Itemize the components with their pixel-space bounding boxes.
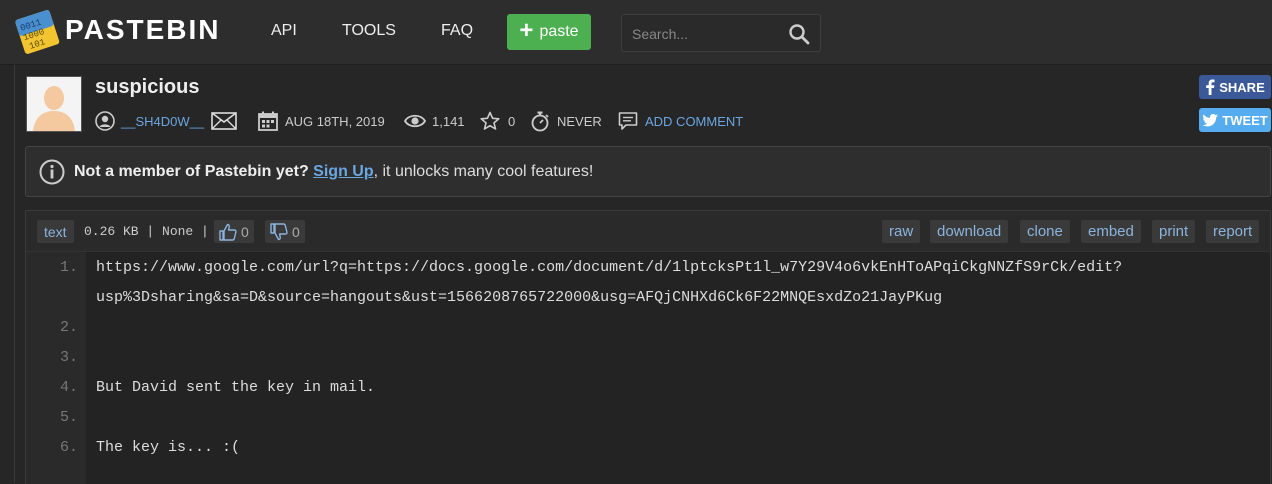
user-icon bbox=[95, 111, 115, 131]
search-input[interactable] bbox=[630, 15, 784, 53]
code-line: 5. bbox=[26, 403, 1270, 433]
code-text: https://www.google.com/url?q=https://doc… bbox=[96, 259, 1123, 276]
plus-icon: + bbox=[519, 17, 534, 44]
thumbs-down-icon bbox=[270, 222, 288, 240]
signup-link[interactable]: Sign Up bbox=[313, 163, 373, 180]
code-line: 4. But David sent the key in mail. bbox=[26, 373, 1270, 403]
report-button[interactable]: report bbox=[1206, 220, 1260, 243]
nav-api[interactable]: API bbox=[271, 22, 297, 40]
nav-tools[interactable]: TOOLS bbox=[342, 22, 396, 40]
tweet-label: TWEET bbox=[1222, 112, 1268, 128]
user-avatar[interactable] bbox=[26, 76, 82, 132]
code-line: 1. https://www.google.com/url?q=https://… bbox=[26, 253, 1270, 283]
eye-icon bbox=[404, 114, 426, 128]
stopwatch-icon bbox=[531, 111, 549, 132]
avatar-placeholder-icon bbox=[27, 77, 81, 131]
print-button[interactable]: print bbox=[1152, 220, 1196, 243]
line-number: 6. bbox=[59, 439, 78, 456]
line-number: 5. bbox=[59, 409, 78, 426]
line-number: 4. bbox=[59, 379, 78, 396]
search-icon[interactable] bbox=[788, 23, 810, 45]
new-paste-label: paste bbox=[539, 23, 579, 40]
clone-button[interactable]: clone bbox=[1020, 220, 1070, 243]
paste-code-box: text 0.26 KB | None | 0 0 raw download c… bbox=[25, 210, 1271, 484]
twitter-icon bbox=[1202, 113, 1219, 126]
paste-date: AUG 18TH, 2019 bbox=[285, 113, 385, 129]
info-icon bbox=[39, 159, 65, 185]
share-label: SHARE bbox=[1219, 79, 1265, 95]
code-line: usp%3Dsharing&sa=D&source=hangouts&ust=1… bbox=[26, 283, 1270, 313]
notice-text: Not a member of Pastebin yet? Sign Up, i… bbox=[74, 163, 593, 181]
thumbs-up-icon bbox=[219, 223, 237, 241]
logo-text[interactable]: PASTEBIN bbox=[65, 14, 221, 46]
paste-title: suspicious bbox=[95, 76, 200, 98]
facebook-icon bbox=[1206, 79, 1215, 95]
code-text: The key is... :( bbox=[96, 439, 241, 456]
expiry-value: NEVER bbox=[557, 113, 602, 129]
message-icon[interactable] bbox=[211, 112, 237, 130]
star-count: 0 bbox=[508, 113, 516, 129]
facebook-share-button[interactable]: SHARE bbox=[1199, 75, 1271, 99]
notice-tail: , it unlocks many cool features! bbox=[373, 163, 594, 180]
syntax-tag[interactable]: text bbox=[37, 220, 74, 243]
paste-size-info: 0.26 KB | None | bbox=[84, 224, 209, 239]
expiry-meta: NEVER bbox=[529, 110, 602, 132]
code-toolbar: text 0.26 KB | None | 0 0 raw download c… bbox=[26, 211, 1270, 252]
search-box bbox=[621, 14, 821, 53]
twitter-tweet-button[interactable]: TWEET bbox=[1199, 108, 1271, 132]
signup-notice: Not a member of Pastebin yet? Sign Up, i… bbox=[25, 146, 1271, 197]
like-button[interactable]: 0 bbox=[214, 220, 254, 243]
download-button[interactable]: download bbox=[930, 220, 1009, 243]
code-line: 6. The key is... :( bbox=[26, 433, 1270, 463]
comment-icon[interactable] bbox=[618, 111, 638, 131]
views-meta: 1,141 bbox=[404, 110, 465, 132]
calendar-icon bbox=[258, 111, 278, 131]
pastebin-logo-icon[interactable]: 0011 1000 101 bbox=[14, 8, 60, 54]
author-link[interactable]: __SH4D0W__ bbox=[121, 114, 204, 129]
top-header: 0011 1000 101 PASTEBIN API TOOLS FAQ + p… bbox=[0, 0, 1272, 65]
view-count: 1,141 bbox=[432, 113, 465, 129]
date-meta: AUG 18TH, 2019 bbox=[258, 110, 385, 132]
stars-meta: 0 bbox=[480, 110, 515, 132]
code-text: But David sent the key in mail. bbox=[96, 379, 376, 396]
code-text: usp%3Dsharing&sa=D&source=hangouts&ust=1… bbox=[96, 289, 943, 306]
line-number: 2. bbox=[59, 319, 78, 336]
like-count: 0 bbox=[241, 223, 249, 240]
new-paste-button[interactable]: + paste bbox=[507, 14, 591, 50]
line-number: 3. bbox=[59, 349, 78, 366]
nav-faq[interactable]: FAQ bbox=[441, 22, 473, 40]
code-line: 3. bbox=[26, 343, 1270, 373]
dislike-count: 0 bbox=[292, 223, 300, 240]
comment-meta: ADD COMMENT bbox=[618, 110, 743, 132]
dislike-button[interactable]: 0 bbox=[265, 220, 305, 243]
notice-lead: Not a member of Pastebin yet? bbox=[74, 163, 309, 180]
code-line: 2. bbox=[26, 313, 1270, 343]
embed-button[interactable]: embed bbox=[1081, 220, 1141, 243]
author-meta: __SH4D0W__ bbox=[95, 110, 237, 132]
page-edge-divider bbox=[14, 64, 15, 483]
star-icon[interactable] bbox=[480, 111, 500, 131]
raw-button[interactable]: raw bbox=[882, 220, 921, 243]
add-comment-link[interactable]: ADD COMMENT bbox=[645, 114, 743, 129]
line-number: 1. bbox=[59, 259, 78, 276]
